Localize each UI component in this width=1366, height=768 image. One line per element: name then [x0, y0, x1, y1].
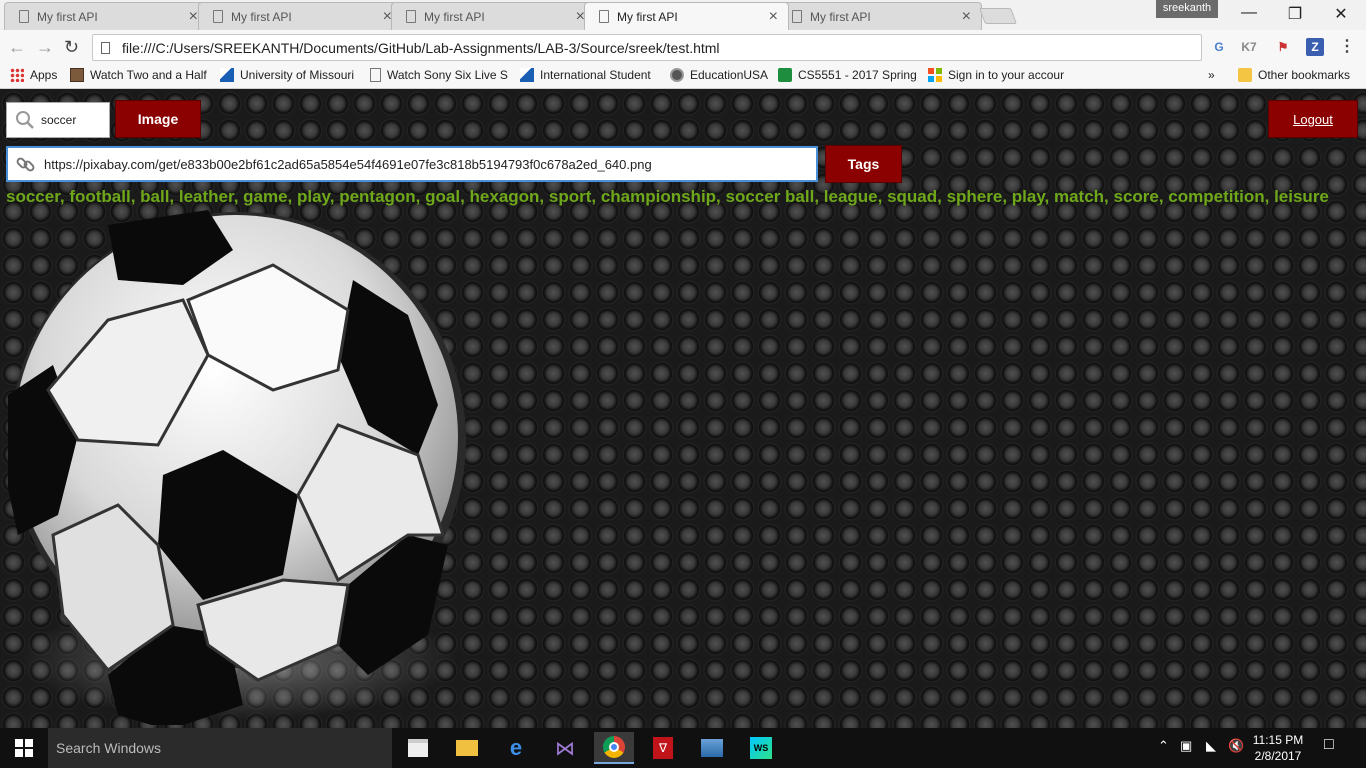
forward-icon[interactable]: →	[36, 37, 54, 58]
page-icon	[599, 10, 609, 23]
zotero-icon[interactable]: Z	[1306, 38, 1324, 56]
page-content: Image Tags soccer, football, ball, leath…	[0, 90, 1366, 728]
flag-extension-icon[interactable]: ⚑	[1274, 38, 1292, 56]
bookmark-item[interactable]: CS5551 - 2017 Spring	[778, 68, 916, 82]
windows-logo-icon	[15, 739, 33, 757]
bookmarks-overflow[interactable]: »	[1208, 68, 1215, 82]
bookmark-item[interactable]: Sign in to your accour	[928, 68, 1066, 82]
tags-button[interactable]: Tags	[825, 145, 902, 183]
page-icon	[101, 41, 110, 54]
page-icon	[792, 10, 802, 23]
bookmark-apps[interactable]: Apps	[10, 68, 57, 82]
close-icon[interactable]: ×	[962, 8, 971, 26]
back-icon[interactable]: ←	[8, 37, 26, 58]
webstorm-icon[interactable]: WS	[741, 732, 781, 764]
tab-title: My first API	[424, 9, 485, 24]
search-input[interactable]	[41, 113, 105, 127]
bookmark-item[interactable]: University of Missouri	[220, 68, 358, 82]
clock-date: 2/8/2017	[1254, 749, 1302, 763]
k7-extension-icon[interactable]: K7	[1240, 38, 1258, 56]
restore-icon[interactable]: ❐	[1272, 4, 1318, 24]
new-tab-button[interactable]	[979, 8, 1017, 24]
translate-icon[interactable]: G	[1210, 38, 1228, 56]
action-center-icon[interactable]: □	[1324, 736, 1334, 754]
tab-title: My first API	[231, 9, 292, 24]
profile-name[interactable]: sreekanth	[1156, 0, 1218, 18]
seal-icon	[670, 68, 684, 82]
pdf-reader-icon[interactable]: ∇	[643, 732, 683, 764]
other-bookmarks[interactable]: Other bookmarks	[1238, 68, 1350, 82]
page-icon	[406, 10, 416, 23]
browser-tab-active[interactable]: My first API ×	[584, 2, 789, 30]
bookmark-item[interactable]: Watch Sony Six Live St	[370, 68, 508, 82]
tray-chevron-icon[interactable]: ⌃	[1158, 738, 1169, 754]
image-url-input[interactable]	[44, 156, 814, 172]
close-window-icon[interactable]: ✕	[1318, 4, 1364, 24]
bookmarks-bar: Apps Watch Two and a Half University of …	[0, 64, 1366, 89]
network-adapter-icon[interactable]: ▣	[1180, 738, 1192, 754]
link-icon	[16, 157, 35, 172]
windows-taskbar: Search Windows e ⋈ ∇ WS ⌃ ▣ ◣ 🔇 11:15 PM…	[0, 728, 1366, 768]
browser-tab[interactable]: My first API ×	[4, 2, 209, 30]
minimize-icon[interactable]: —	[1226, 4, 1272, 22]
file-explorer-icon[interactable]	[447, 732, 487, 764]
tags-result: soccer, football, ball, leather, game, p…	[6, 187, 1329, 206]
page-icon	[213, 10, 223, 23]
taskbar-search[interactable]: Search Windows	[48, 728, 392, 768]
image-button[interactable]: Image	[115, 100, 201, 138]
microsoft-icon	[928, 68, 942, 82]
flag-icon	[220, 68, 234, 82]
volume-muted-icon[interactable]: 🔇	[1228, 738, 1244, 754]
bookmark-item[interactable]: Watch Two and a Half	[70, 68, 210, 82]
start-button[interactable]	[0, 728, 48, 768]
apps-grid-icon	[10, 68, 24, 82]
flag-icon	[520, 68, 534, 82]
browser-tabstrip: My first API × My first API × My first A…	[0, 0, 1366, 30]
sheet-icon	[778, 68, 792, 82]
tab-title: My first API	[810, 9, 871, 24]
taskbar-clock[interactable]: 11:15 PM 2/8/2017	[1248, 732, 1308, 764]
image-url-field[interactable]	[6, 146, 818, 182]
visual-studio-icon[interactable]: ⋈	[545, 732, 585, 764]
edge-icon[interactable]: e	[496, 732, 536, 764]
address-bar[interactable]: file:///C:/Users/SREEKANTH/Documents/Git…	[92, 34, 1202, 61]
tab-title: My first API	[37, 9, 98, 24]
bookmark-item[interactable]: International Student	[520, 68, 656, 82]
page-icon	[19, 10, 29, 23]
film-icon	[70, 68, 84, 82]
doc-icon	[370, 68, 381, 82]
close-icon[interactable]: ×	[769, 8, 778, 26]
wifi-icon[interactable]: ◣	[1206, 738, 1216, 754]
store-icon[interactable]	[398, 732, 438, 764]
search-field[interactable]	[6, 102, 110, 138]
tab-title: My first API	[617, 9, 678, 24]
browser-tab[interactable]: My first API ×	[777, 2, 982, 30]
bookmark-item[interactable]: EducationUSA	[670, 68, 770, 82]
logout-button[interactable]: Logout	[1268, 100, 1358, 138]
address-url[interactable]: file:///C:/Users/SREEKANTH/Documents/Git…	[122, 40, 720, 56]
clock-time: 11:15 PM	[1252, 733, 1304, 747]
chrome-icon[interactable]	[594, 732, 634, 764]
menu-icon[interactable]: ⋮	[1338, 38, 1356, 56]
browser-tab[interactable]: My first API ×	[198, 2, 403, 30]
browser-tab[interactable]: My first API ×	[391, 2, 596, 30]
close-icon[interactable]: ×	[189, 8, 198, 26]
photos-icon[interactable]	[692, 732, 732, 764]
soccer-ball-image	[8, 210, 466, 725]
folder-icon	[1238, 68, 1252, 82]
search-icon	[16, 111, 34, 129]
reload-icon[interactable]: ↻	[64, 37, 79, 58]
